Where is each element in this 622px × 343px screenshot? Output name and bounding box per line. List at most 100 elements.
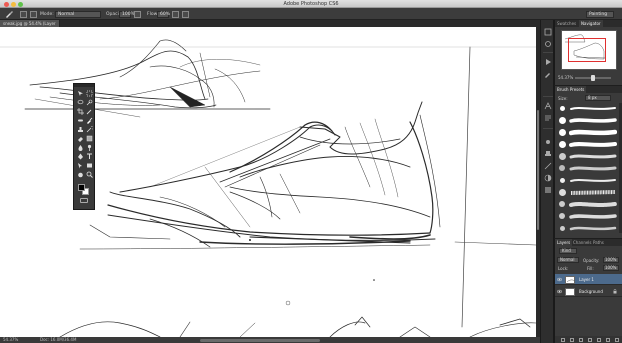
brush-presets-panel-icon[interactable] — [544, 138, 552, 146]
brush-preset-item[interactable] — [555, 175, 619, 186]
delete-layer-icon[interactable] — [615, 337, 619, 342]
character-panel-icon[interactable] — [544, 102, 552, 110]
status-zoom[interactable]: 54.37% — [3, 337, 18, 343]
brush-size-field[interactable]: 8 px — [585, 95, 611, 101]
tab-paths[interactable]: Paths — [591, 239, 606, 246]
eyedropper-tool-icon[interactable] — [86, 108, 93, 115]
brush-preset-item[interactable] — [555, 223, 619, 234]
visibility-eye-icon[interactable] — [557, 289, 562, 294]
layer-kind-filter[interactable]: Kind — [559, 248, 577, 254]
tab-navigator[interactable]: Navigator — [579, 20, 603, 27]
layers-panel-tabs: Layers Channels Paths — [555, 239, 622, 246]
tab-swatches[interactable]: Swatches — [555, 20, 578, 27]
actions-panel-icon[interactable] — [544, 58, 552, 66]
history-panel-icon[interactable] — [544, 28, 552, 36]
styles-panel-icon[interactable] — [544, 186, 552, 194]
brush-preset-item[interactable] — [555, 211, 619, 222]
brush-preset-item[interactable] — [555, 151, 619, 162]
clone-source-panel-icon[interactable] — [544, 150, 552, 158]
brush-panel-toggle[interactable] — [30, 10, 37, 18]
zoom-tool-icon[interactable] — [86, 171, 93, 178]
visibility-eye-icon[interactable] — [557, 277, 562, 282]
quick-mask-icon[interactable] — [80, 198, 88, 203]
brush-preset-item[interactable] — [555, 127, 619, 138]
tab-layers[interactable]: Layers — [555, 239, 573, 246]
brush-preset-item[interactable] — [555, 199, 619, 210]
brush-preset-item[interactable] — [555, 139, 619, 150]
pressure-opacity-icon[interactable] — [134, 10, 141, 18]
navigator-panel-tabs: Swatches Navigator — [555, 20, 622, 27]
shape-tool-icon[interactable] — [86, 162, 93, 169]
brush-preset-list — [555, 103, 619, 233]
new-group-icon[interactable] — [597, 337, 601, 342]
navigator-zoom-value[interactable]: 54.37% — [558, 75, 573, 80]
adjustments-panel-icon[interactable] — [544, 174, 552, 182]
navigator-thumbnail[interactable] — [561, 30, 617, 70]
crop-tool-icon[interactable] — [77, 108, 84, 115]
history-brush-tool-icon[interactable] — [86, 125, 95, 133]
brush-panel-icon[interactable] — [544, 70, 552, 78]
lock-icon — [613, 289, 617, 294]
status-doc-size: Doc: 16.0M/36.4M — [40, 337, 77, 342]
lasso-tool-icon[interactable] — [77, 99, 84, 106]
blend-mode-select[interactable]: Normal — [557, 257, 579, 263]
brush-presets-panel: Brush Presets Size: 8 px — [554, 86, 622, 238]
eraser-tool-icon[interactable] — [77, 135, 84, 142]
airbrush-icon[interactable] — [172, 10, 179, 18]
options-bar: Mode: Normal Opacity: 100% Flow: 60% Pai… — [0, 8, 622, 20]
layer-row-layer-1[interactable]: Layer 1 — [555, 274, 622, 285]
layer-fill-field[interactable]: 100% — [603, 265, 619, 271]
brush-presets-tabs: Brush Presets — [555, 86, 622, 93]
pressure-size-icon[interactable] — [182, 10, 189, 18]
panel-icon-column — [540, 20, 554, 343]
mode-select[interactable]: Normal — [55, 10, 101, 18]
brush-preset-item[interactable] — [555, 115, 619, 126]
quick-select-tool-icon[interactable] — [86, 99, 93, 106]
tools-panel-grip[interactable] — [74, 84, 94, 87]
healing-brush-tool-icon[interactable] — [77, 117, 84, 124]
path-select-tool-icon[interactable] — [77, 162, 84, 169]
tab-brush-presets[interactable]: Brush Presets — [555, 86, 587, 93]
workspace-select[interactable]: Painting — [586, 10, 614, 18]
status-bar: 54.37% Doc: 16.0M/36.4M — [0, 337, 540, 343]
opacity-field[interactable]: 100% — [119, 10, 135, 18]
layer-filter-row: Kind — [557, 248, 621, 255]
brush-preset-item[interactable] — [555, 103, 619, 114]
layers-panel: Layers Channels Paths Kind Normal Opacit… — [554, 239, 622, 343]
navigator-zoom-knob[interactable] — [591, 75, 595, 81]
lock-label: Lock: — [558, 266, 569, 271]
mode-label: Mode: — [40, 11, 54, 17]
adjustment-layer-icon[interactable] — [588, 337, 592, 342]
navigator-panel: Swatches Navigator 54.37% — [554, 20, 622, 85]
link-layers-icon[interactable] — [561, 337, 565, 342]
tool-presets-panel-icon[interactable] — [544, 162, 552, 170]
marquee-tool-icon[interactable] — [86, 90, 93, 97]
brush-tool-icon[interactable] — [86, 117, 93, 124]
hand-tool-icon[interactable] — [77, 171, 84, 178]
navigator-view-box[interactable] — [568, 38, 606, 62]
brush-preset-item[interactable] — [555, 163, 619, 174]
canvas-horizontal-scroll-thumb[interactable] — [200, 338, 320, 342]
brush-tool-icon[interactable] — [5, 10, 13, 18]
layer-opacity-field[interactable]: 100% — [603, 257, 619, 263]
brush-preset-item[interactable] — [555, 187, 619, 198]
blur-tool-icon[interactable] — [77, 144, 84, 151]
layer-row-background[interactable]: Background — [555, 286, 622, 297]
properties-panel-icon[interactable] — [544, 40, 552, 48]
gradient-tool-icon[interactable] — [86, 135, 93, 142]
move-tool-icon[interactable] — [77, 90, 84, 97]
app-title: Adobe Photoshop CS6 — [283, 1, 339, 7]
clone-stamp-tool-icon[interactable] — [77, 126, 84, 133]
foreground-color-swatch[interactable] — [78, 184, 85, 191]
layer-style-icon[interactable] — [570, 337, 574, 342]
flow-field[interactable]: 60% — [157, 10, 170, 18]
dodge-tool-icon[interactable] — [86, 144, 93, 151]
canvas-vertical-scroll-thumb[interactable] — [537, 110, 539, 230]
document-tab[interactable]: sneak.jpg @ 54.4% (Layer 1, RGB/8) * — [0, 20, 60, 33]
paragraph-panel-icon[interactable] — [544, 114, 552, 122]
new-layer-icon[interactable] — [606, 337, 610, 342]
pen-tool-icon[interactable] — [77, 153, 84, 160]
add-mask-icon[interactable] — [579, 337, 583, 342]
type-tool-icon[interactable] — [86, 153, 93, 160]
brush-preset-picker[interactable] — [20, 10, 27, 18]
